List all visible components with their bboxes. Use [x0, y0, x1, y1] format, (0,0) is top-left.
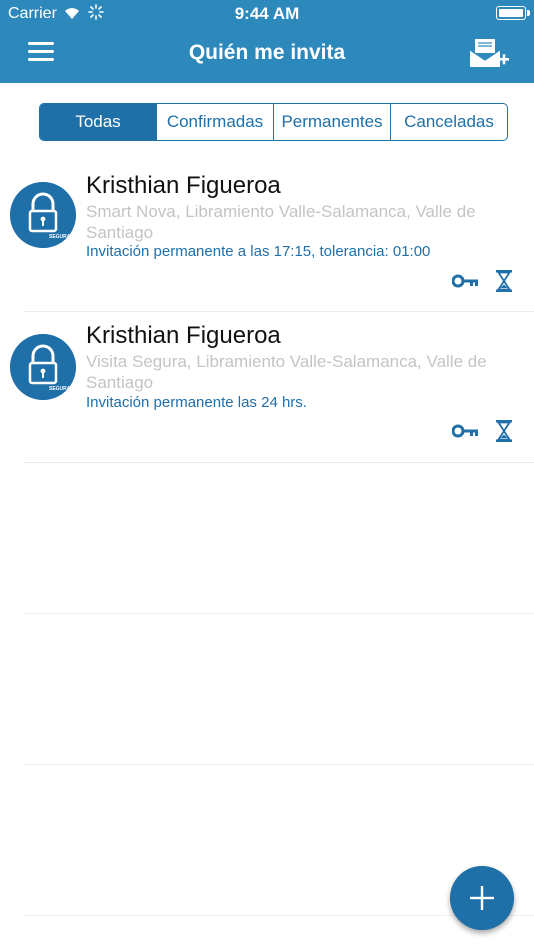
- tab-todas[interactable]: Todas: [40, 104, 156, 140]
- add-button[interactable]: [450, 866, 514, 930]
- svg-text:SEGURA: SEGURA: [49, 386, 71, 392]
- invitation-address: Visita Segura, Libramiento Valle-Salaman…: [86, 352, 487, 392]
- row-divider: [24, 462, 534, 463]
- invitation-row[interactable]: SEGURA Kristhian Figueroa Smart Nova, Li…: [0, 160, 534, 312]
- status-bar: Carrier 9:44 AM: [0, 0, 534, 28]
- tab-canceladas[interactable]: Canceladas: [390, 104, 507, 140]
- inviter-name: Kristhian Figueroa: [86, 322, 281, 349]
- navigation-bar: Carrier 9:44 AM Quién me invita: [0, 0, 534, 83]
- invitation-detail: Invitación permanente a las 17:15, toler…: [86, 243, 431, 260]
- battery-icon: [496, 6, 530, 20]
- invitation-address: Smart Nova, Libramiento Valle-Salamanca,…: [86, 202, 476, 242]
- hourglass-icon[interactable]: [495, 419, 513, 443]
- inviter-name: Kristhian Figueroa: [86, 172, 281, 199]
- key-icon[interactable]: [452, 273, 480, 289]
- tab-confirmadas[interactable]: Confirmadas: [156, 104, 273, 140]
- empty-row-divider: [24, 764, 534, 765]
- lock-avatar-icon: SEGURA: [10, 334, 76, 400]
- key-icon[interactable]: [452, 423, 480, 439]
- page-title: Quién me invita: [188, 41, 346, 64]
- tab-permanentes[interactable]: Permanentes: [273, 104, 390, 140]
- hourglass-icon[interactable]: [495, 269, 513, 293]
- invite-mail-icon[interactable]: [468, 38, 510, 70]
- invitation-row[interactable]: SEGURA Kristhian Figueroa Visita Segura,…: [0, 312, 534, 464]
- lock-avatar-icon: SEGURA: [10, 182, 76, 248]
- empty-row-divider: [24, 613, 534, 614]
- filter-segmented-control: Todas Confirmadas Permanentes Canceladas: [39, 103, 508, 141]
- status-time: 9:44 AM: [234, 4, 300, 23]
- svg-text:SEGURA: SEGURA: [49, 234, 71, 240]
- invitation-detail: Invitación permanente las 24 hrs.: [86, 394, 307, 411]
